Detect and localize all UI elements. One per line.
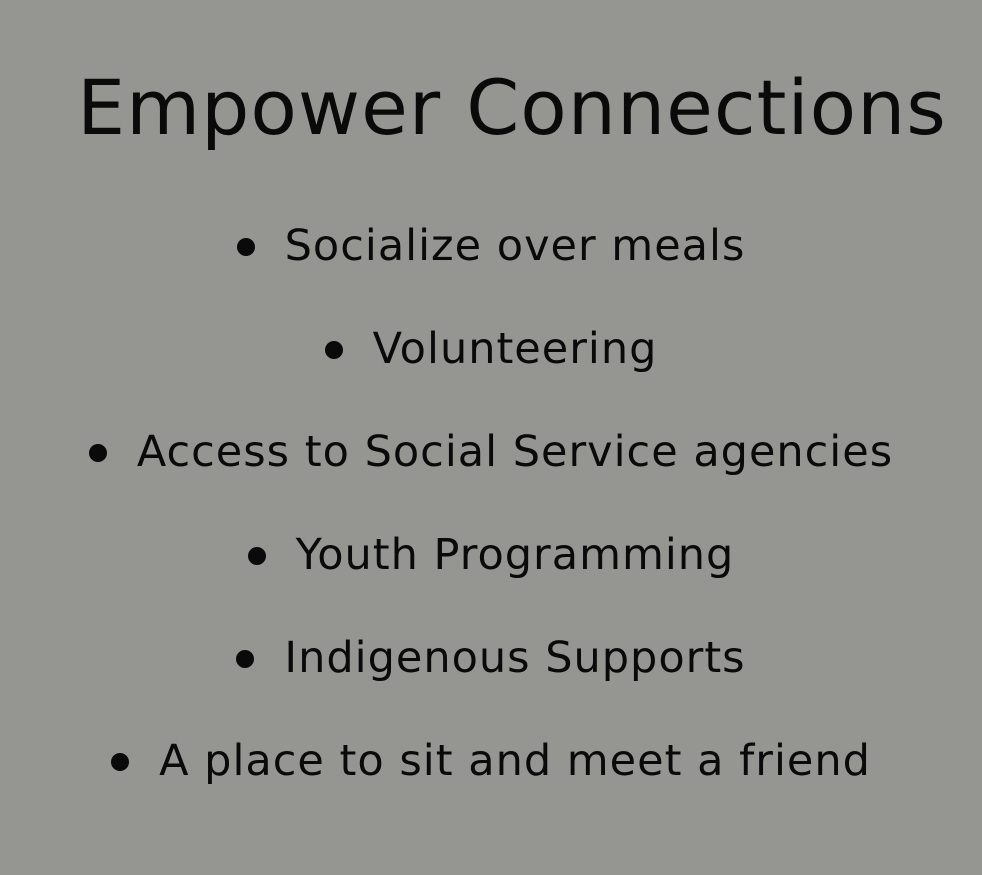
bullet-icon bbox=[236, 238, 255, 256]
bullet-item-indigenous: Indigenous Supports bbox=[0, 622, 982, 725]
bullet-text: Access to Social Service agencies bbox=[136, 427, 894, 477]
bullet-icon bbox=[111, 753, 130, 771]
bullet-text: Socialize over meals bbox=[284, 221, 746, 271]
bullet-list: Socialize over meals Volunteering Access… bbox=[0, 210, 982, 828]
bullet-item-social-service: Access to Social Service agencies bbox=[0, 416, 982, 519]
bullet-item-youth: Youth Programming bbox=[0, 519, 982, 622]
bullet-item-place: A place to sit and meet a friend bbox=[0, 725, 982, 828]
bullet-icon bbox=[247, 547, 266, 565]
bullet-icon bbox=[236, 650, 255, 668]
slide-title: Empower Connections bbox=[77, 63, 947, 152]
bullet-text: Volunteering bbox=[372, 324, 658, 374]
bullet-text: Indigenous Supports bbox=[284, 633, 746, 683]
bullet-item-volunteering: Volunteering bbox=[0, 313, 982, 416]
bullet-icon bbox=[324, 341, 343, 359]
slide: Empower Connections Socialize over meals… bbox=[0, 0, 982, 875]
bullet-item-socialize: Socialize over meals bbox=[0, 210, 982, 313]
bullet-icon bbox=[88, 444, 107, 462]
bullet-text: A place to sit and meet a friend bbox=[159, 736, 871, 786]
bullet-text: Youth Programming bbox=[295, 530, 735, 580]
